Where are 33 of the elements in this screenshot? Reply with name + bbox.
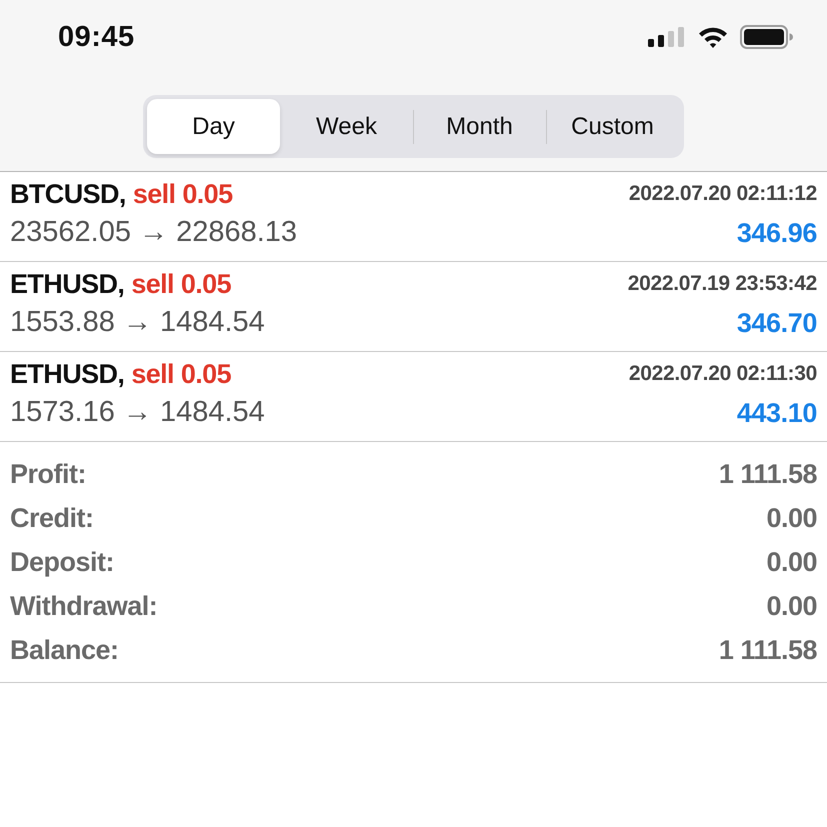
summary-label: Profit:	[10, 458, 86, 491]
period-tab[interactable]: Day	[147, 99, 280, 154]
wifi-icon	[698, 26, 728, 48]
trade-side-text: sell 0.05	[132, 178, 232, 211]
summary-value: 0.00	[766, 590, 817, 623]
summary-value: 1 111.58	[718, 634, 817, 667]
deal-profit: 346.70	[736, 306, 817, 340]
symbol-text: ETHUSD,	[10, 268, 124, 301]
summary-label: Deposit:	[10, 546, 114, 579]
status-time: 09:45	[58, 20, 135, 55]
deal-profit: 443.10	[736, 396, 817, 430]
period-tab[interactable]: Week	[280, 99, 413, 154]
summary-label: Credit:	[10, 502, 94, 535]
summary-value: 0.00	[766, 546, 817, 579]
price-change: 1553.88 → 1484.54	[10, 305, 265, 340]
deal-profit: 346.96	[736, 216, 817, 250]
symbol-text: BTCUSD,	[10, 178, 126, 211]
deal-time: 2022.07.19 23:53:42	[628, 271, 817, 298]
trade-side-text: sell 0.05	[131, 358, 231, 391]
battery-icon	[740, 25, 793, 49]
price-change: 1573.16 → 1484.54	[10, 395, 265, 430]
deal-time: 2022.07.20 02:11:12	[628, 181, 817, 208]
price-change: 23562.05 → 22868.13	[10, 215, 298, 250]
summary-value: 1 111.58	[718, 458, 817, 491]
deal-time: 2022.07.20 02:11:30	[628, 361, 817, 388]
signal-icon	[648, 27, 686, 47]
summary-value: 0.00	[766, 502, 817, 535]
summary-label: Withdrawal:	[10, 590, 158, 623]
period-tab[interactable]: Custom	[546, 99, 679, 154]
summary-label: Balance:	[10, 634, 119, 667]
symbol-text: ETHUSD,	[10, 358, 124, 391]
period-tab[interactable]: Month	[413, 99, 546, 154]
trade-side-text: sell 0.05	[131, 268, 231, 301]
